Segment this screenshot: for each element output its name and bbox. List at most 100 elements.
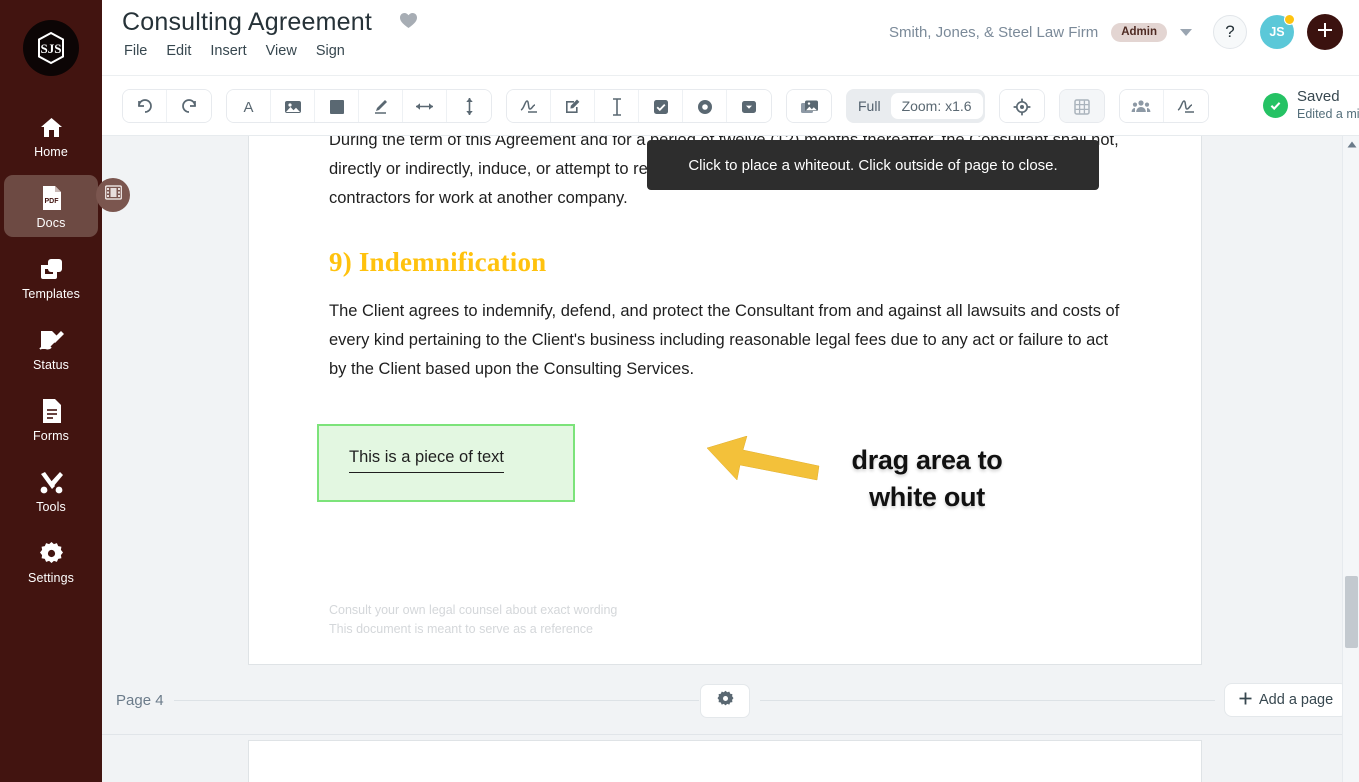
signature-status-icon xyxy=(38,326,65,354)
page-title: Consulting Agreement xyxy=(122,8,372,36)
save-status-label: Saved xyxy=(1297,88,1340,105)
plus-icon xyxy=(1239,692,1252,709)
arrows-vertical-icon xyxy=(463,97,476,116)
menu-view[interactable]: View xyxy=(266,43,297,59)
form-field-tool-group xyxy=(506,88,772,123)
sidebar-item-label: Tools xyxy=(36,500,66,514)
check-circle-icon xyxy=(1263,92,1288,118)
chevron-down-icon[interactable] xyxy=(1180,28,1192,36)
dropdown-field-button[interactable] xyxy=(727,89,771,122)
annotation-line-2: white out xyxy=(867,480,987,514)
menu-sign[interactable]: Sign xyxy=(316,43,345,59)
scrollbar-thumb[interactable] xyxy=(1345,576,1358,648)
zoom-full-button[interactable]: Full xyxy=(848,98,891,114)
view-tool-group xyxy=(998,88,1045,123)
whiteout-button[interactable] xyxy=(315,89,359,122)
signature-field-button[interactable] xyxy=(507,89,551,122)
text-field-button[interactable] xyxy=(595,89,639,122)
resize-height-button[interactable] xyxy=(447,89,491,122)
text-annotation-value[interactable]: This is a piece of text xyxy=(349,448,504,473)
zoom-level-value[interactable]: Zoom: x1.6 xyxy=(890,92,983,119)
checkbox-field-button[interactable] xyxy=(639,89,683,122)
status-badge: Admin xyxy=(1111,22,1167,42)
add-new-button[interactable] xyxy=(1307,14,1343,50)
page-separator-bar: Page 4 Add a page xyxy=(102,665,1359,735)
page-thumbnails-toggle[interactable] xyxy=(96,178,130,212)
avatar-initials: JS xyxy=(1269,25,1285,39)
text-field-icon xyxy=(611,97,623,116)
filmstrip-thumbnails-icon xyxy=(104,185,122,205)
add-image-button[interactable] xyxy=(271,89,315,122)
page-number-label: Page 4 xyxy=(116,692,164,709)
recipients-button[interactable] xyxy=(1119,89,1164,122)
sidebar-item-label: Home xyxy=(34,145,68,159)
document-page-5[interactable] xyxy=(248,740,1202,782)
sidebar-item-docs[interactable]: PDF Docs xyxy=(4,175,98,237)
sidebar-item-settings[interactable]: Settings xyxy=(4,530,98,592)
document-canvas[interactable]: During the term of this Agreement and fo… xyxy=(102,136,1359,782)
add-page-button[interactable]: Add a page xyxy=(1224,683,1349,717)
menu-file[interactable]: File xyxy=(124,43,147,59)
redo-icon xyxy=(181,98,198,115)
sidebar-item-label: Templates xyxy=(22,287,80,301)
highlight-button[interactable] xyxy=(359,89,403,122)
form-lines-icon xyxy=(40,397,63,425)
sidebar-item-home[interactable]: Home xyxy=(4,104,98,166)
avatar[interactable]: JS xyxy=(1260,14,1295,49)
initials-field-button[interactable] xyxy=(551,89,595,122)
header-right-cluster: Smith, Jones, & Steel Law Firm Admin ? J… xyxy=(889,14,1343,50)
app-logo[interactable]: SJS xyxy=(23,20,79,76)
annotation-label: drag area to white out xyxy=(827,442,1027,516)
home-icon xyxy=(39,113,64,141)
annotation-line-1: drag area to xyxy=(850,443,1005,477)
center-view-button[interactable] xyxy=(999,89,1044,122)
grid-toggle-button[interactable] xyxy=(1059,89,1104,122)
redo-button[interactable] xyxy=(167,89,211,122)
sidebar-item-status[interactable]: Status xyxy=(4,317,98,379)
help-button[interactable]: ? xyxy=(1213,15,1247,49)
menu-edit[interactable]: Edit xyxy=(166,43,191,59)
divider-right xyxy=(760,700,1215,701)
sidebar-item-forms[interactable]: Forms xyxy=(4,388,98,450)
svg-text:PDF: PDF xyxy=(44,198,59,205)
editor-toolbar: A Full Zoom: x1.6 Saved Edited a mi xyxy=(102,76,1359,136)
image-tool-icon xyxy=(284,99,302,115)
organization-name: Smith, Jones, & Steel Law Firm xyxy=(888,23,1099,41)
signature-icon xyxy=(519,99,539,114)
app-window: SJS Home PDF Docs Templates Status Forms… xyxy=(0,0,1359,782)
caret-up-icon[interactable] xyxy=(1346,140,1357,149)
disclaimer-line-1: Consult your own legal counsel about exa… xyxy=(329,603,618,617)
menu-insert[interactable]: Insert xyxy=(210,43,246,59)
sidebar-item-templates[interactable]: Templates xyxy=(4,246,98,308)
svg-text:A: A xyxy=(243,99,253,115)
section-heading-indemnification: 9) Indemnification xyxy=(329,247,547,277)
arrows-horizontal-icon xyxy=(415,100,434,113)
send-for-signature-button[interactable] xyxy=(1163,89,1208,122)
radio-field-button[interactable] xyxy=(683,89,727,122)
radio-button-icon xyxy=(697,99,713,115)
sidebar-item-label: Forms xyxy=(33,429,69,443)
page-settings-button[interactable] xyxy=(700,684,750,718)
initials-pencil-icon xyxy=(564,98,581,115)
recipients-tool-group xyxy=(1118,88,1209,123)
sidebar-nav: Home PDF Docs Templates Status Forms Too… xyxy=(0,104,102,601)
paragraph-indemnification: The Client agrees to indemnify, defend, … xyxy=(329,302,1120,378)
page-images-button[interactable] xyxy=(787,89,831,122)
document-page-4[interactable]: During the term of this Agreement and fo… xyxy=(248,136,1202,665)
images-stack-icon xyxy=(800,99,819,115)
add-text-button[interactable]: A xyxy=(227,89,271,122)
text-annotation-box[interactable]: This is a piece of text xyxy=(317,424,575,502)
divider-left xyxy=(174,700,699,701)
heart-icon[interactable] xyxy=(399,12,418,34)
resize-width-button[interactable] xyxy=(403,89,447,122)
whiteout-tooltip: Click to place a whiteout. Click outside… xyxy=(647,140,1099,190)
history-tool-group xyxy=(122,88,212,123)
dropdown-icon xyxy=(741,100,757,114)
app-header: Consulting Agreement File Edit Insert Vi… xyxy=(102,0,1359,76)
vertical-scrollbar[interactable] xyxy=(1342,136,1359,782)
sidebar-item-tools[interactable]: Tools xyxy=(4,459,98,521)
undo-button[interactable] xyxy=(123,89,167,122)
zoom-control: Full Zoom: x1.6 xyxy=(846,88,985,123)
copy-layers-icon xyxy=(38,255,64,283)
svg-text:SJS: SJS xyxy=(41,41,62,56)
